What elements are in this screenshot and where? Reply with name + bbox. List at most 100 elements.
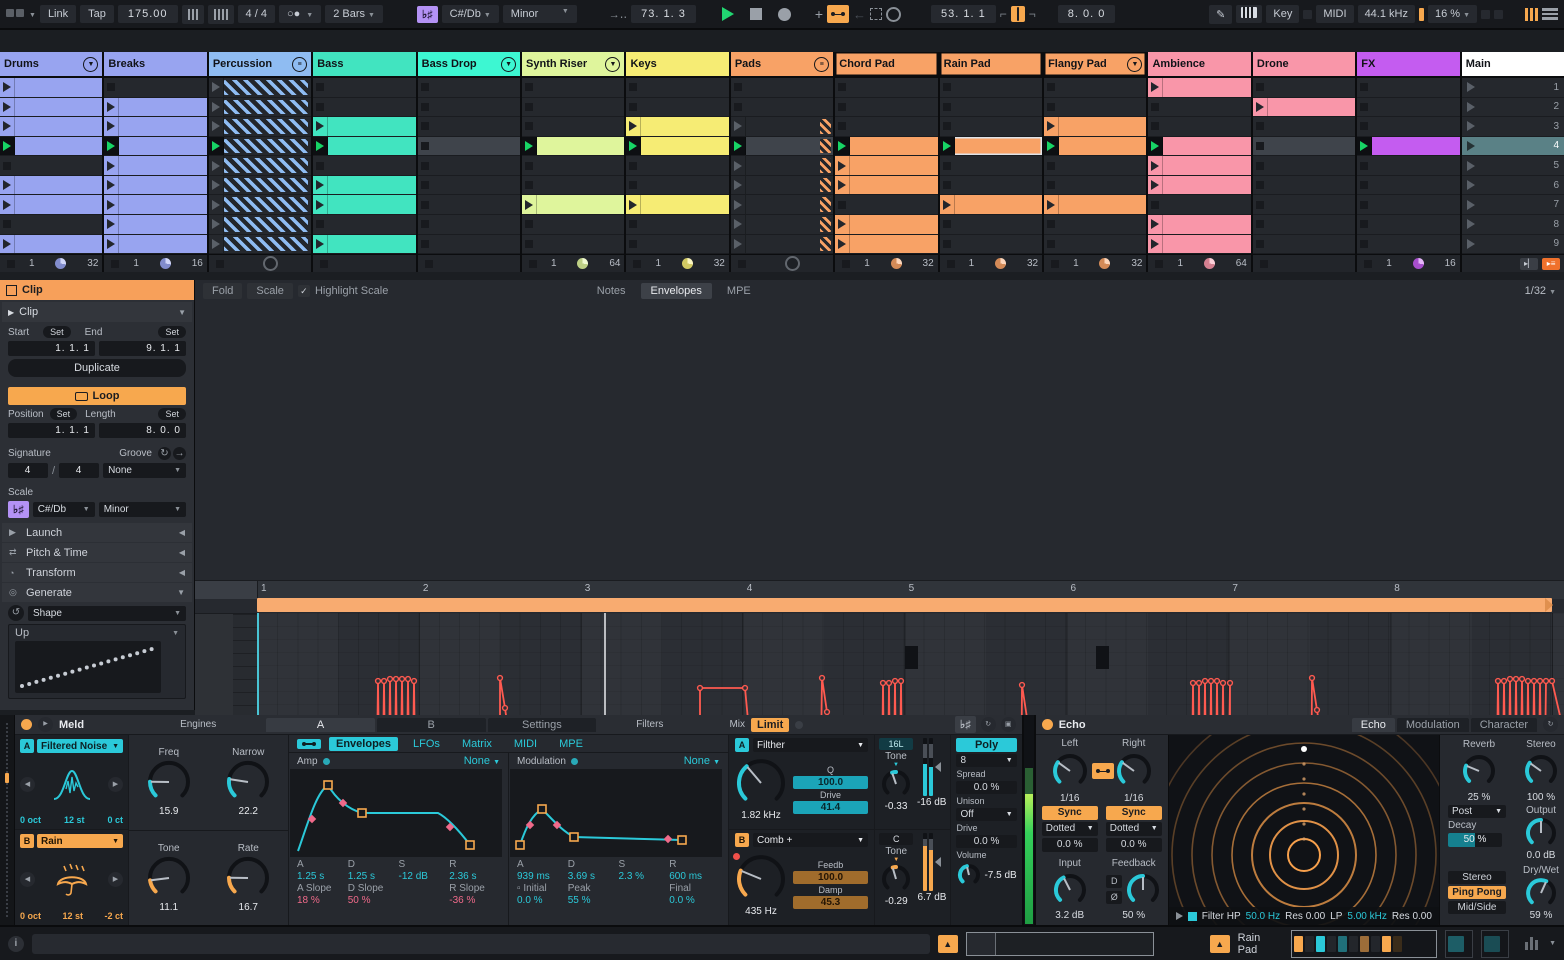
automation-breakpoint[interactable] [1207, 677, 1215, 685]
track-header[interactable]: Chord Pad [835, 52, 938, 78]
clip-slot[interactable] [104, 214, 207, 235]
track-header[interactable]: Breaks [104, 52, 207, 78]
clip-slot[interactable] [1044, 175, 1147, 196]
echo-visualization[interactable]: Filter HP 50.0 Hz Res 0.00 LP 5.00 kHz R… [1150, 715, 1457, 925]
scene-slot[interactable]: 7 [1461, 195, 1564, 215]
clip-launch-button[interactable] [835, 234, 851, 254]
amp-rslope-value[interactable]: -36 % [449, 895, 500, 906]
clip-slot[interactable] [626, 234, 729, 255]
mix-a-tone-knob[interactable] [880, 768, 912, 800]
clip-slot[interactable] [417, 195, 521, 215]
track-stop-button[interactable] [1155, 259, 1164, 268]
clip-launch-button[interactable] [104, 156, 120, 175]
clip-slot[interactable] [730, 117, 834, 137]
echo-feedback-knob[interactable] [1125, 872, 1161, 908]
tab-mpe[interactable]: MPE [717, 283, 761, 299]
midi-ghost-note[interactable] [1096, 646, 1109, 669]
clip-slot[interactable] [208, 97, 312, 118]
amp-envelope-graph[interactable] [290, 769, 502, 857]
clip-launch-button[interactable] [104, 195, 120, 214]
computer-midi-keyboard-icon[interactable] [1236, 5, 1263, 23]
clip-slot[interactable] [730, 136, 834, 157]
clip-slot[interactable] [522, 175, 625, 196]
clip-launch-button[interactable] [0, 195, 15, 214]
clip-launch-button[interactable] [731, 117, 746, 136]
track-header[interactable]: Synth Riser ▼ [522, 52, 625, 78]
clip-slot[interactable] [1357, 117, 1460, 137]
track-fold-icon[interactable]: ▼ [83, 56, 99, 72]
clip-slot[interactable] [208, 78, 312, 98]
loop-length-field[interactable]: 8. 0. 0 [1057, 5, 1116, 23]
clip-slot[interactable] [835, 136, 938, 157]
midi-map-button[interactable]: MIDI [1316, 5, 1354, 23]
subtab-midi[interactable]: MIDI [507, 737, 544, 751]
clip-launch-button[interactable] [731, 214, 746, 234]
scene-launch-icon[interactable] [1466, 180, 1475, 191]
clip-slot[interactable] [626, 214, 729, 235]
clip-slot[interactable] [730, 97, 834, 118]
scene-launch-icon[interactable] [1466, 199, 1475, 210]
clip-launch-button[interactable] [209, 156, 224, 175]
narrow-knob[interactable] [225, 759, 271, 805]
track-stop-button[interactable] [215, 259, 224, 268]
clip-slot[interactable] [626, 156, 729, 176]
clip-slot[interactable] [1357, 97, 1460, 118]
clip-slot[interactable] [626, 136, 729, 157]
clip-launch-button[interactable] [835, 136, 851, 156]
echo-reverb-knob[interactable] [1461, 753, 1497, 789]
track-stop-button[interactable] [7, 259, 15, 268]
clip-launch-button[interactable] [1044, 117, 1060, 136]
clip-slot[interactable] [1044, 97, 1147, 118]
automation-breakpoint[interactable] [1518, 675, 1526, 683]
amp-sustain-value[interactable]: -12 dB [399, 871, 450, 882]
engine-b-select[interactable]: Rain ▼ [37, 834, 123, 848]
clip-slot[interactable] [0, 175, 103, 196]
echo-drywet-knob[interactable] [1524, 876, 1558, 910]
clip-slot[interactable] [835, 97, 938, 118]
engine-a-octave[interactable]: 0 oct [20, 815, 41, 825]
clip-slot[interactable] [104, 117, 207, 137]
amp-dslope-value[interactable]: 50 % [348, 895, 399, 906]
clip-slot[interactable] [208, 136, 312, 157]
clip-slot[interactable] [313, 195, 416, 215]
automation-breakpoint[interactable] [404, 675, 412, 683]
clip-slot[interactable] [1148, 234, 1251, 255]
scale-root-menu[interactable]: C#/Db ▼ [441, 5, 499, 23]
engine-b-prev-icon[interactable]: ◀ [20, 872, 35, 887]
clip-slot[interactable] [0, 214, 103, 235]
clip-slot[interactable] [1357, 136, 1460, 157]
clip-slot[interactable] [1044, 136, 1147, 157]
punch-in-icon[interactable]: ⌐ [1000, 7, 1007, 21]
clip-slot[interactable] [939, 214, 1043, 235]
automation-breakpoint[interactable] [380, 677, 388, 685]
mod-initial-label[interactable]: ▫ Initial [517, 883, 568, 894]
clip-launch-button[interactable] [209, 175, 224, 195]
track-header[interactable]: Bass [313, 52, 416, 78]
re-enable-automation-icon[interactable]: ← [853, 7, 866, 22]
amp-env-target-select[interactable]: None ▼ [464, 755, 500, 767]
clip-slot[interactable] [104, 97, 207, 118]
clip-slot[interactable] [730, 156, 834, 176]
clip-slot[interactable] [313, 214, 416, 235]
echo-feedback-value[interactable]: 50 % [1106, 910, 1162, 922]
clip-slot[interactable] [1044, 78, 1147, 98]
automation-breakpoint[interactable] [1524, 677, 1532, 685]
loop-end-handle[interactable] [1545, 598, 1553, 612]
clip-slot[interactable] [626, 195, 729, 215]
clip-launch-button[interactable] [835, 214, 851, 234]
scene-slot[interactable]: 2 [1461, 97, 1564, 118]
track-stop-button[interactable] [320, 259, 329, 268]
clip-launch-button[interactable] [209, 214, 224, 234]
automation-arm-button[interactable] [827, 5, 850, 23]
clip-launch-button[interactable] [731, 156, 746, 175]
mod-initial-value[interactable]: 0.0 % [517, 895, 568, 906]
automation-breakpoint[interactable] [1189, 679, 1197, 687]
highlight-scale-checkbox[interactable]: ✓ [297, 285, 310, 297]
scene-launch-icon[interactable] [1466, 160, 1475, 171]
clip-slot[interactable] [313, 117, 416, 137]
device-drop-strip[interactable] [0, 715, 15, 925]
automation-breakpoint[interactable] [410, 677, 418, 685]
capture-midi-icon[interactable] [870, 8, 883, 20]
echo-right-offset-value[interactable]: 0.0 % [1105, 837, 1162, 852]
automation-breakpoint[interactable] [741, 684, 749, 692]
